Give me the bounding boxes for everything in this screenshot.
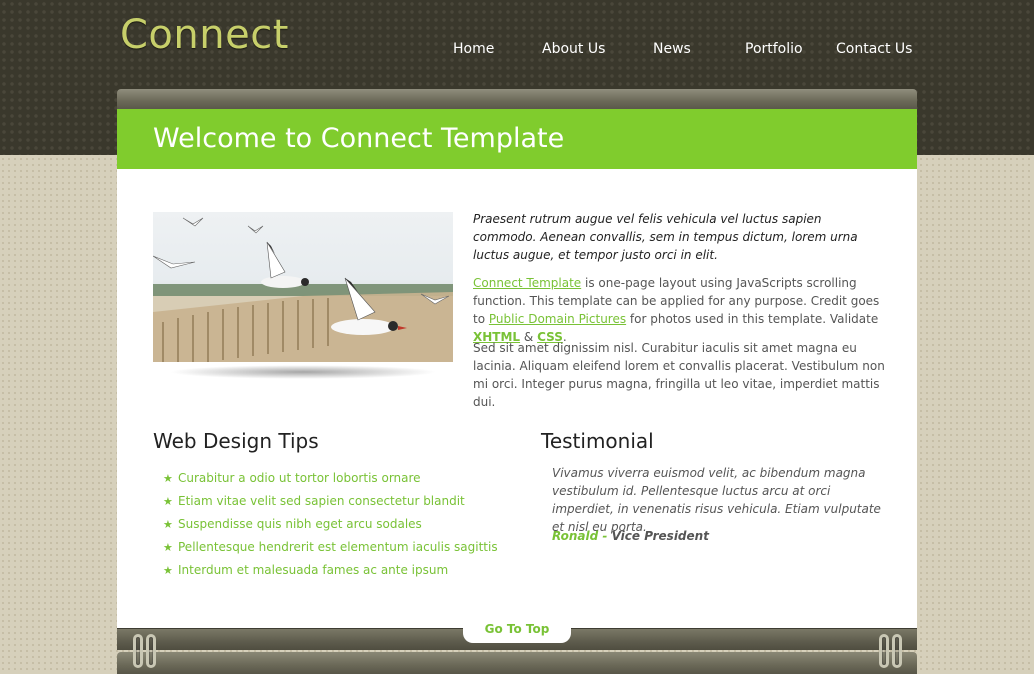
tips-list: ★ Curabitur a odio ut tortor lobortis orn… [163, 469, 498, 584]
next-panel-top-bar [117, 652, 917, 674]
tip-label: Etiam vitae velit sed sapien consectetur… [178, 494, 465, 508]
testimonial-quote: Vivamus viverra euismod velit, ac bibend… [552, 466, 881, 534]
tips-heading: Web Design Tips [153, 429, 319, 453]
binder-ring-icon [892, 634, 902, 668]
star-icon: ★ [163, 495, 173, 508]
star-icon: ★ [163, 541, 173, 554]
go-to-top-button[interactable]: Go To Top [463, 620, 571, 643]
tip-label: Curabitur a odio ut tortor lobortis orna… [178, 471, 421, 485]
content-panel: Praesent rutrum augue vel felis vehicula… [117, 169, 917, 628]
intro-paragraph: Praesent rutrum augue vel felis vehicula… [473, 212, 858, 262]
author-role: Vice President [611, 529, 709, 543]
seagulls-photo [153, 212, 453, 362]
binder-ring-icon [133, 634, 143, 668]
author-separator: - [598, 529, 612, 543]
star-icon: ★ [163, 472, 173, 485]
credits-text-2: for photos used in this template. Valida… [626, 312, 879, 326]
star-icon: ★ [163, 564, 173, 577]
binder-ring-icon [879, 634, 889, 668]
testimonial-heading: Testimonial [541, 429, 654, 453]
testimonial-author: Ronald - Vice President [552, 529, 709, 543]
public-domain-pictures-link[interactable]: Public Domain Pictures [489, 312, 626, 326]
list-item[interactable]: ★ Interdum et malesuada fames ac ante ips… [163, 561, 498, 584]
nav-home-link[interactable]: Home [453, 41, 494, 57]
seagulls-illustration [153, 217, 453, 362]
credits-paragraph: Connect Template is one-page layout usin… [473, 274, 888, 346]
connect-template-link[interactable]: Connect Template [473, 276, 581, 290]
list-item[interactable]: ★ Curabitur a odio ut tortor lobortis orn… [163, 469, 498, 492]
tip-label: Interdum et malesuada fames ac ante ipsu… [178, 563, 449, 577]
binder-ring-icon [146, 634, 156, 668]
list-item[interactable]: ★ Suspendisse quis nibh eget arcu sodales [163, 515, 498, 538]
author-name: Ronald [552, 529, 599, 543]
list-item[interactable]: ★ Pellentesque hendrerit est elementum ia… [163, 538, 498, 561]
tip-label: Pellentesque hendrerit est elementum iac… [178, 540, 498, 554]
star-icon: ★ [163, 518, 173, 531]
panel-top-bar [117, 89, 917, 109]
tip-label: Suspendisse quis nibh eget arcu sodales [178, 517, 422, 531]
nav-portfolio-link[interactable]: Portfolio [745, 41, 803, 57]
body-paragraph: Sed sit amet dignissim nisl. Curabitur i… [473, 341, 885, 409]
page-title: Welcome to Connect Template [153, 123, 565, 154]
list-item[interactable]: ★ Etiam vitae velit sed sapien consectetu… [163, 492, 498, 515]
nav-news-link[interactable]: News [653, 41, 691, 57]
nav-contact-link[interactable]: Contact Us [836, 41, 912, 57]
title-bar: Welcome to Connect Template [117, 109, 917, 169]
nav-about-link[interactable]: About Us [542, 41, 605, 57]
photo-shadow [169, 365, 437, 379]
main-nav: Home About Us News Portfolio Contact Us [0, 41, 1034, 61]
